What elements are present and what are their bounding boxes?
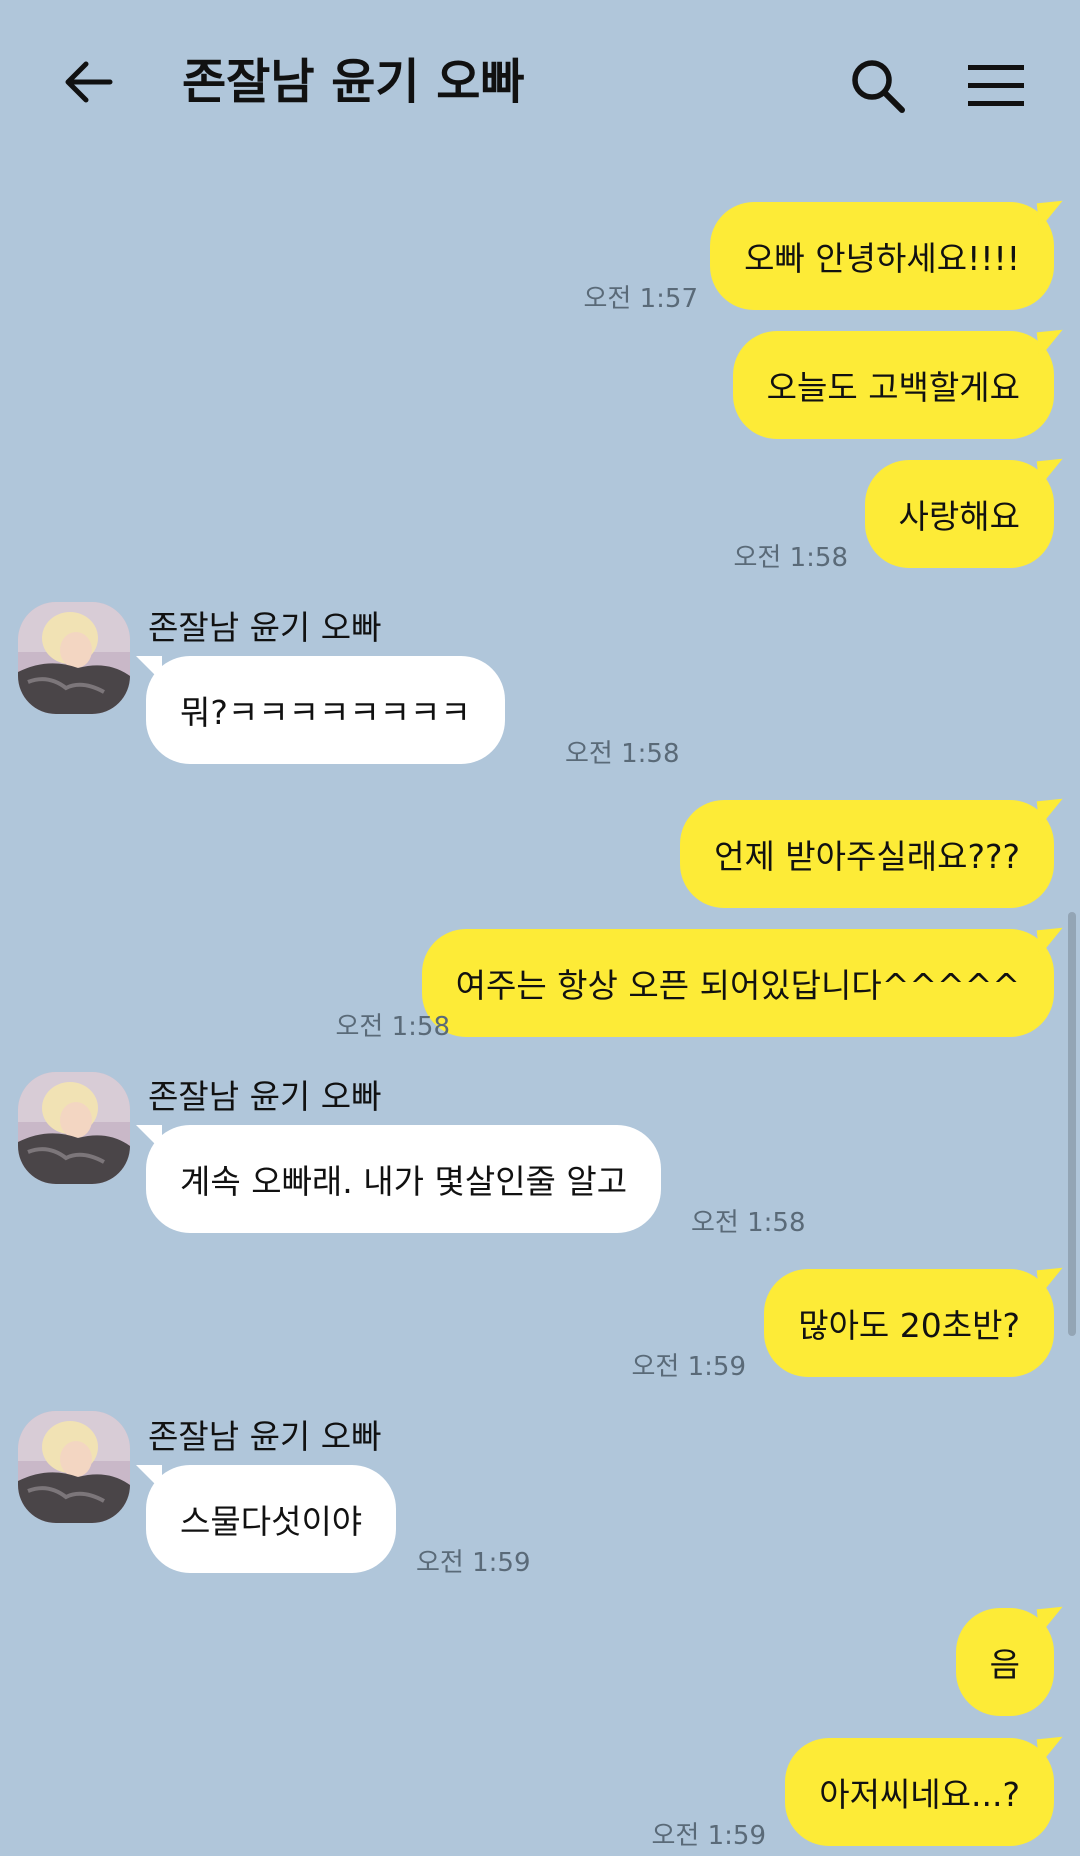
profile-photo-icon [18, 602, 130, 714]
message-text: 언제 받아주실래요??? [714, 837, 1020, 876]
their-message-bubble[interactable]: 뭐?ㅋㅋㅋㅋㅋㅋㅋㅋ [136, 656, 505, 764]
profile-photo-icon [18, 1072, 130, 1184]
message-text: 음 [989, 1645, 1020, 1684]
avatar[interactable] [18, 602, 130, 714]
profile-photo-icon [18, 1411, 130, 1523]
message-time: 오전 1:58 [565, 739, 680, 769]
their-message-bubble[interactable]: 스물다섯이야 [135, 1465, 397, 1573]
avatar[interactable] [18, 1072, 130, 1184]
my-message-bubble[interactable]: 음 [955, 1608, 1054, 1716]
sender-name: 존잘남 윤기 오빠 [148, 608, 382, 647]
my-message-bubble[interactable]: 오빠 안녕하세요!!!! [710, 202, 1054, 310]
my-message-bubble[interactable]: 아저씨네요...? [785, 1738, 1054, 1846]
message-time: 오전 1:58 [691, 1208, 806, 1238]
message-text: 계속 오빠래. 내가 몇살인줄 알고 [180, 1162, 628, 1201]
message-text: 사랑해요 [898, 497, 1020, 536]
message-text: 오빠 안녕하세요!!!! [744, 239, 1020, 278]
avatar[interactable] [18, 1411, 130, 1523]
my-message-bubble[interactable]: 사랑해요 [864, 460, 1054, 568]
message-time: 오전 1:59 [416, 1548, 531, 1578]
message-time: 오전 1:59 [651, 1821, 767, 1851]
message-text: 오늘도 고백할게요 [766, 368, 1020, 407]
message-time: 오전 1:58 [335, 1012, 451, 1042]
message-time: 오전 1:57 [583, 284, 699, 314]
my-message-bubble[interactable]: 언제 받아주실래요??? [680, 800, 1054, 908]
message-text: 많아도 20초반? [798, 1306, 1020, 1345]
message-text: 뭐?ㅋㅋㅋㅋㅋㅋㅋㅋ [180, 693, 471, 732]
my-message-bubble[interactable]: 오늘도 고백할게요 [732, 331, 1054, 439]
sender-name: 존잘남 윤기 오빠 [148, 1077, 382, 1116]
message-list[interactable]: 오빠 안녕하세요!!!! 오전 1:57 오늘도 고백할게요 사랑해요 오전 1… [0, 0, 1080, 1856]
message-time: 오전 1:59 [631, 1352, 747, 1382]
my-message-bubble[interactable]: 여주는 항상 오픈 되어있답니다^^^^^ [421, 929, 1054, 1037]
message-text: 아저씨네요...? [819, 1775, 1020, 1814]
their-message-bubble[interactable]: 계속 오빠래. 내가 몇살인줄 알고 [135, 1125, 662, 1233]
scrollbar[interactable] [1068, 912, 1076, 1336]
my-message-bubble[interactable]: 많아도 20초반? [764, 1269, 1054, 1377]
message-time: 오전 1:58 [733, 543, 849, 573]
message-text: 여주는 항상 오픈 되어있답니다^^^^^ [455, 966, 1020, 1005]
sender-name: 존잘남 윤기 오빠 [148, 1417, 382, 1456]
message-text: 스물다섯이야 [180, 1502, 363, 1541]
